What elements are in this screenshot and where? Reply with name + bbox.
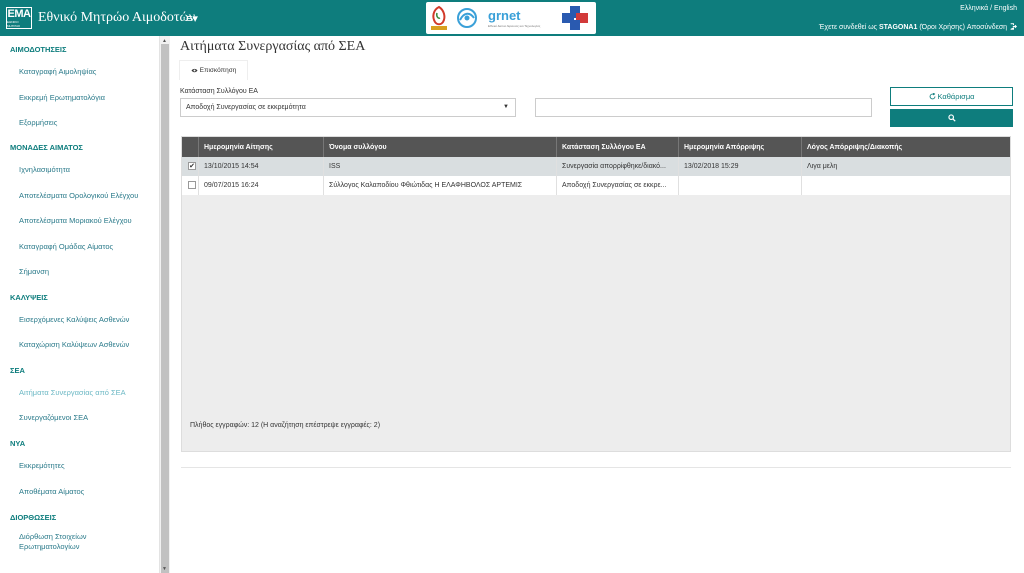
cell-request-date: 09/07/2015 16:24 [199, 176, 324, 195]
sidebar-item-register-coverages[interactable]: Καταχώριση Καλύψεων Ασθενών [19, 339, 129, 350]
search-icon [947, 114, 956, 122]
row-select-cell [182, 176, 199, 195]
cell-request-date: 13/10/2015 14:54 [199, 157, 324, 176]
row-checkbox[interactable] [188, 181, 196, 189]
sidebar-scrollbar[interactable]: ▲ ▼ [160, 36, 170, 573]
sidebar-item-traceability[interactable]: Ιχνηλασιμότητα [19, 164, 70, 175]
user-info: Έχετε συνδεθεί ως STAGONA1 (Όροι Χρήσης)… [819, 23, 1017, 31]
cell-rejection-reason: Λιγα μελη [807, 163, 838, 170]
logo-subtext: ΕΘΝΙΚΟ ΜΗΤΡΩΟ [7, 19, 21, 28]
chevron-down-icon: ▼ [503, 104, 509, 110]
sidebar-section-blood-units[interactable]: ΜΟΝΑΔΕΣ ΑΙΜΑΤΟΣ [10, 143, 83, 152]
search-button[interactable] [890, 109, 1013, 127]
sidebar-item-cooperation-requests[interactable]: Αιτήματα Συνεργασίας από ΣΕΑ [19, 387, 126, 398]
cell-association-name: Σύλλογος Καλαποδίου Φθιώτιδας Η ΕΛΑΦΗΒΟΛ… [324, 176, 557, 195]
filter-status-label: Κατάσταση Συλλόγου ΕΑ [180, 88, 258, 95]
sidebar-section-coverages[interactable]: ΚΑΛΥΨΕΙΣ [10, 293, 48, 302]
sidebar-item-incoming-coverages[interactable]: Εισερχόμενες Καλύψεις Ασθενών [19, 314, 129, 325]
scrollbar-thumb[interactable] [161, 44, 169, 573]
menu-toggle-icon[interactable]: ≡▾ [186, 12, 198, 25]
sidebar-item-campaigns[interactable]: Εξορμήσεις [19, 117, 57, 128]
grnet-mark-icon [457, 8, 477, 28]
sidebar-section-corrections[interactable]: ΔΙΟΡΘΩΣΕΙΣ [10, 513, 56, 522]
sidebar-item-cooperating-sea[interactable]: Συνεργαζόμενοι ΣΕΑ [19, 412, 88, 423]
terms-link[interactable]: (Όροι Χρήσης) [917, 24, 965, 31]
page-title: Αιτήματα Συνεργασίας από ΣΕΑ [180, 39, 366, 54]
sidebar-item-blood-draw[interactable]: Καταγραφή Αιμοληψίας [19, 66, 96, 77]
sidebar-section-blood-donations[interactable]: ΑΙΜΟΔΟΤΗΣΕΙΣ [10, 45, 67, 54]
logo-text: ΕΜΑ [7, 7, 31, 20]
scroll-down-arrow-icon[interactable]: ▼ [162, 566, 167, 572]
grnet-logo-text: grnet [488, 8, 521, 23]
sidebar-item-labeling[interactable]: Σήμανση [19, 266, 49, 277]
scroll-up-arrow-icon[interactable]: ▲ [162, 38, 167, 44]
partner-logos: grnet Εθνικό Δίκτυο Έρευνας και Τεχνολογ… [426, 2, 596, 34]
cell-rejection-date: 13/02/2018 15:29 [679, 157, 802, 176]
cell-association-status: Συνεργασία απορρίφθηκε/διακό... [557, 157, 679, 176]
status-select-value: Αποδοχή Συνεργασίας σε εκκρεμότητα [186, 104, 306, 111]
header-select-column [182, 137, 199, 157]
header-association-status[interactable]: Κατάσταση Συλλόγου ΕΑ [557, 137, 679, 157]
sidebar-nav: ΑΙΜΟΔΟΤΗΣΕΙΣ Καταγραφή Αιμοληψίας Εκκρεμ… [0, 36, 160, 573]
cell-association-name: ISS [324, 157, 557, 176]
lang-english-link[interactable]: English [994, 5, 1017, 12]
record-count: Πλήθος εγγραφών: 12 (Η αναζήτηση επέστρε… [190, 422, 381, 429]
sidebar-item-correction-line2[interactable]: Ερωτηματολογίων [19, 541, 80, 552]
user-name: STAGONA1 [879, 24, 918, 31]
top-header: ΕΜΑ ΕΘΝΙΚΟ ΜΗΤΡΩΟ Εθνικό Μητρώο Αιμοδοτώ… [0, 0, 1024, 36]
lang-greek-link[interactable]: Ελληνικά [960, 5, 988, 12]
ema-logo[interactable]: ΕΜΑ ΕΘΝΙΚΟ ΜΗΤΡΩΟ [6, 7, 32, 29]
row-select-cell: ✔ [182, 157, 199, 176]
emsa-logo-icon [431, 5, 447, 30]
grid-header: Ημερομηνία Αίτησης Όνομα συλλόγου Κατάστ… [182, 137, 1010, 157]
header-rejection-reason[interactable]: Λόγος Απόρριψης/Διακοπής [802, 137, 1010, 157]
grnet-logo-subtext: Εθνικό Δίκτυο Έρευνας και Τεχνολογίας [488, 24, 541, 28]
sidebar-item-pending-questionnaires[interactable]: Εκκρεμή Ερωτηματολόγια [19, 92, 105, 103]
cell-rejection-date [679, 176, 802, 195]
sidebar-item-blood-stock[interactable]: Αποθέματα Αίματος [19, 486, 84, 497]
logout-link[interactable]: Αποσύνδεση [965, 24, 1007, 31]
clear-button-label: Καθάρισμα [937, 92, 975, 101]
sidebar-section-nya[interactable]: ΝΥΑ [10, 439, 25, 448]
tab-overview[interactable]: Επισκόπηση [179, 60, 248, 80]
sidebar-section-sea[interactable]: ΣΕΑ [10, 366, 25, 375]
refresh-icon [929, 93, 935, 100]
header-association-name[interactable]: Όνομα συλλόγου [324, 137, 557, 157]
search-input[interactable] [535, 98, 872, 117]
header-request-date[interactable]: Ημερομηνία Αίτησης [199, 137, 324, 157]
sidebar-item-blood-group[interactable]: Καταγραφή Ομάδας Αίματος [19, 241, 113, 252]
cell-association-status: Αποδοχή Συνεργασίας σε εκκρε... [557, 176, 679, 195]
content-divider [181, 467, 1011, 468]
table-row[interactable]: 09/07/2015 16:24 Σύλλογος Καλαποδίου Φθι… [182, 176, 1010, 195]
app-title[interactable]: Εθνικό Μητρώο Αιμοδοτών [38, 10, 195, 26]
clear-button[interactable]: Καθάρισμα [890, 87, 1013, 106]
medical-cross-icon [562, 6, 588, 30]
cell-rejection-reason [802, 176, 1010, 195]
status-select[interactable]: Αποδοχή Συνεργασίας σε εκκρεμότητα ▼ [180, 98, 516, 117]
header-rejection-date[interactable]: Ημερομηνία Απόρριψης [679, 137, 802, 157]
logout-icon[interactable] [1010, 23, 1017, 30]
user-prefix: Έχετε συνδεθεί ως [818, 24, 879, 31]
sidebar-item-serology-results[interactable]: Αποτελέσματα Ορολογικού Ελέγχου [19, 190, 138, 201]
row-checkbox[interactable]: ✔ [188, 162, 196, 170]
eye-icon [191, 68, 198, 73]
table-row[interactable]: ✔ 13/10/2015 14:54 ISS Συνεργασία απορρί… [182, 157, 1010, 176]
results-grid: Ημερομηνία Αίτησης Όνομα συλλόγου Κατάστ… [181, 136, 1011, 452]
sidebar-item-pending[interactable]: Εκκρεμότητες [19, 460, 65, 471]
language-switcher: Ελληνικά / English [960, 5, 1017, 12]
tab-overview-label: Επισκόπηση [199, 67, 237, 74]
sidebar-item-molecular-results[interactable]: Αποτελέσματα Μοριακού Ελέγχου [19, 215, 132, 226]
